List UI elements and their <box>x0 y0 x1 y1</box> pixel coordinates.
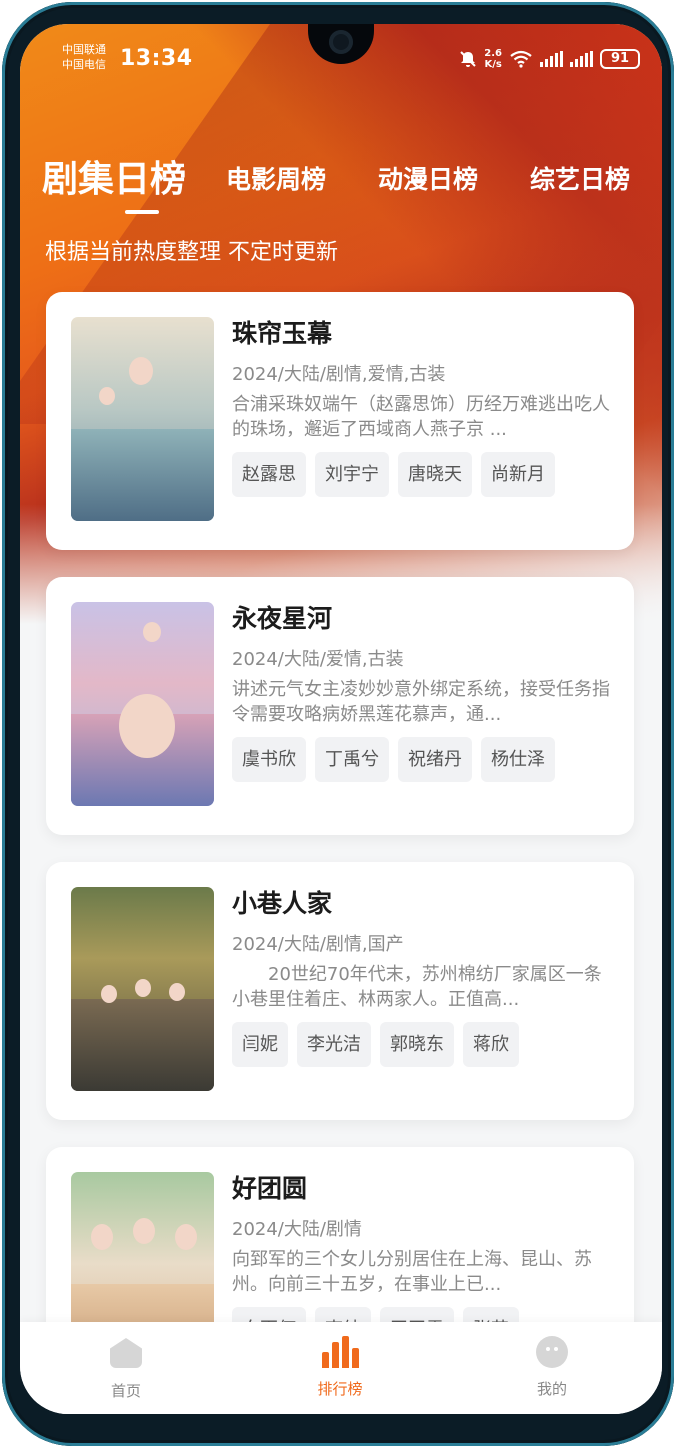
home-icon <box>66 1338 186 1372</box>
carrier-1: 中国联通 <box>62 43 106 56</box>
poster-figure <box>169 983 185 1001</box>
carrier-2: 中国电信 <box>62 58 106 71</box>
camera-icon <box>329 30 353 54</box>
show-card[interactable]: 珠帘玉幕 2024/大陆/剧情,爱情,古装 合浦采珠奴端午（赵露思饰）历经万难逃… <box>46 292 634 550</box>
tab-variety-daily[interactable]: 综艺日榜 <box>530 160 630 196</box>
actor-tag[interactable]: 赵露思 <box>232 452 306 497</box>
show-list[interactable]: 珠帘玉幕 2024/大陆/剧情,爱情,古装 合浦采珠奴端午（赵露思饰）历经万难逃… <box>46 292 634 1414</box>
poster-figure <box>101 985 117 1003</box>
actor-tag[interactable]: 祝绪丹 <box>398 737 472 782</box>
show-description: 20世纪70年代末，苏州棉纺厂家属区一条小巷里住着庄、林两家人。正值高... <box>232 964 602 1010</box>
show-title: 珠帘玉幕 <box>232 319 333 348</box>
status-bar: 中国联通 中国电信 13:34 2.6 K/s 91 <box>20 24 662 94</box>
actor-tag[interactable]: 尚新月 <box>481 452 555 497</box>
poster-figure <box>143 622 161 642</box>
network-speed: 2.6 K/s <box>484 48 502 70</box>
show-title: 好团圆 <box>232 1174 308 1203</box>
mute-icon <box>460 51 476 67</box>
show-title: 小巷人家 <box>232 889 333 918</box>
actor-tag[interactable]: 蒋欣 <box>463 1022 519 1067</box>
poster-figure <box>129 357 153 385</box>
ranking-icon <box>280 1336 400 1370</box>
poster-art <box>71 429 214 521</box>
actor-list: 闫妮 李光洁 郭晓东 蒋欣 <box>232 1022 519 1067</box>
poster-art <box>71 999 214 1091</box>
actor-tag[interactable]: 虞书欣 <box>232 737 306 782</box>
nav-home-label: 首页 <box>110 1382 141 1400</box>
carrier-info: 中国联通 中国电信 <box>62 42 106 72</box>
signal-icon-2 <box>570 51 593 67</box>
show-description: 合浦采珠奴端午（赵露思饰）历经万难逃出吃人的珠场，邂逅了西域商人燕子京 ... <box>232 394 610 440</box>
show-card[interactable]: 小巷人家 2024/大陆/剧情,国产 20世纪70年代末，苏州棉纺厂家属区一条小… <box>46 862 634 1120</box>
camera-notch <box>308 24 374 64</box>
bottom-navigation: 首页 排行榜 我的 <box>20 1322 662 1414</box>
tab-anime-daily[interactable]: 动漫日榜 <box>378 160 478 196</box>
actor-list: 虞书欣 丁禹兮 祝绪丹 杨仕泽 <box>232 737 555 782</box>
actor-tag[interactable]: 刘宇宁 <box>315 452 389 497</box>
nav-profile[interactable]: 我的 <box>492 1336 612 1399</box>
actor-tag[interactable]: 唐晓天 <box>398 452 472 497</box>
tab-movie-weekly[interactable]: 电影周榜 <box>226 160 326 196</box>
active-tab-indicator <box>125 210 159 214</box>
show-description: 向郅军的三个女儿分别居住在上海、昆山、苏州。向前三十五岁，在事业上已... <box>232 1249 592 1295</box>
show-poster <box>71 602 214 806</box>
show-meta: 2024/大陆/剧情,爱情,古装 <box>232 364 446 385</box>
nav-profile-label: 我的 <box>536 1380 567 1398</box>
poster-figure <box>91 1224 113 1250</box>
show-poster <box>71 887 214 1091</box>
nav-home[interactable]: 首页 <box>66 1336 186 1401</box>
wifi-icon <box>510 50 532 68</box>
poster-figure <box>135 979 151 997</box>
show-poster <box>71 317 214 521</box>
app-screen: 中国联通 中国电信 13:34 2.6 K/s 91 剧集日榜 电影周榜 动漫日… <box>20 24 662 1414</box>
poster-figure <box>119 694 175 758</box>
status-time: 13:34 <box>120 46 193 71</box>
nav-ranking-label: 排行榜 <box>317 1380 363 1398</box>
actor-tag[interactable]: 郭晓东 <box>380 1022 454 1067</box>
poster-figure <box>175 1224 197 1250</box>
phone-frame: 中国联通 中国电信 13:34 2.6 K/s 91 剧集日榜 电影周榜 动漫日… <box>2 2 674 1446</box>
poster-figure <box>133 1218 155 1244</box>
network-speed-unit: K/s <box>484 59 502 70</box>
actor-tag[interactable]: 丁禹兮 <box>315 737 389 782</box>
nav-ranking[interactable]: 排行榜 <box>280 1336 400 1399</box>
profile-icon <box>492 1336 612 1370</box>
show-card[interactable]: 永夜星河 2024/大陆/爱情,古装 讲述元气女主凌妙妙意外绑定系统，接受任务指… <box>46 577 634 835</box>
show-meta: 2024/大陆/剧情 <box>232 1219 362 1240</box>
poster-figure <box>99 387 115 405</box>
show-meta: 2024/大陆/爱情,古装 <box>232 649 404 670</box>
battery-indicator: 91 <box>600 49 640 69</box>
ranking-tabs: 剧集日榜 电影周榜 动漫日榜 综艺日榜 <box>42 150 662 220</box>
actor-tag[interactable]: 闫妮 <box>232 1022 288 1067</box>
signal-icon-1 <box>540 51 563 67</box>
show-description: 讲述元气女主凌妙妙意外绑定系统，接受任务指令需要攻略病娇黑莲花慕声，通... <box>232 679 610 725</box>
show-meta: 2024/大陆/剧情,国产 <box>232 934 404 955</box>
network-speed-value: 2.6 <box>484 48 502 59</box>
actor-list: 赵露思 刘宇宁 唐晓天 尚新月 <box>232 452 555 497</box>
actor-tag[interactable]: 杨仕泽 <box>481 737 555 782</box>
ranking-subtitle: 根据当前热度整理 不定时更新 <box>45 240 338 265</box>
actor-tag[interactable]: 李光洁 <box>297 1022 371 1067</box>
show-title: 永夜星河 <box>232 604 333 633</box>
tab-drama-daily[interactable]: 剧集日榜 <box>42 150 186 202</box>
status-icons: 2.6 K/s 91 <box>459 48 640 70</box>
